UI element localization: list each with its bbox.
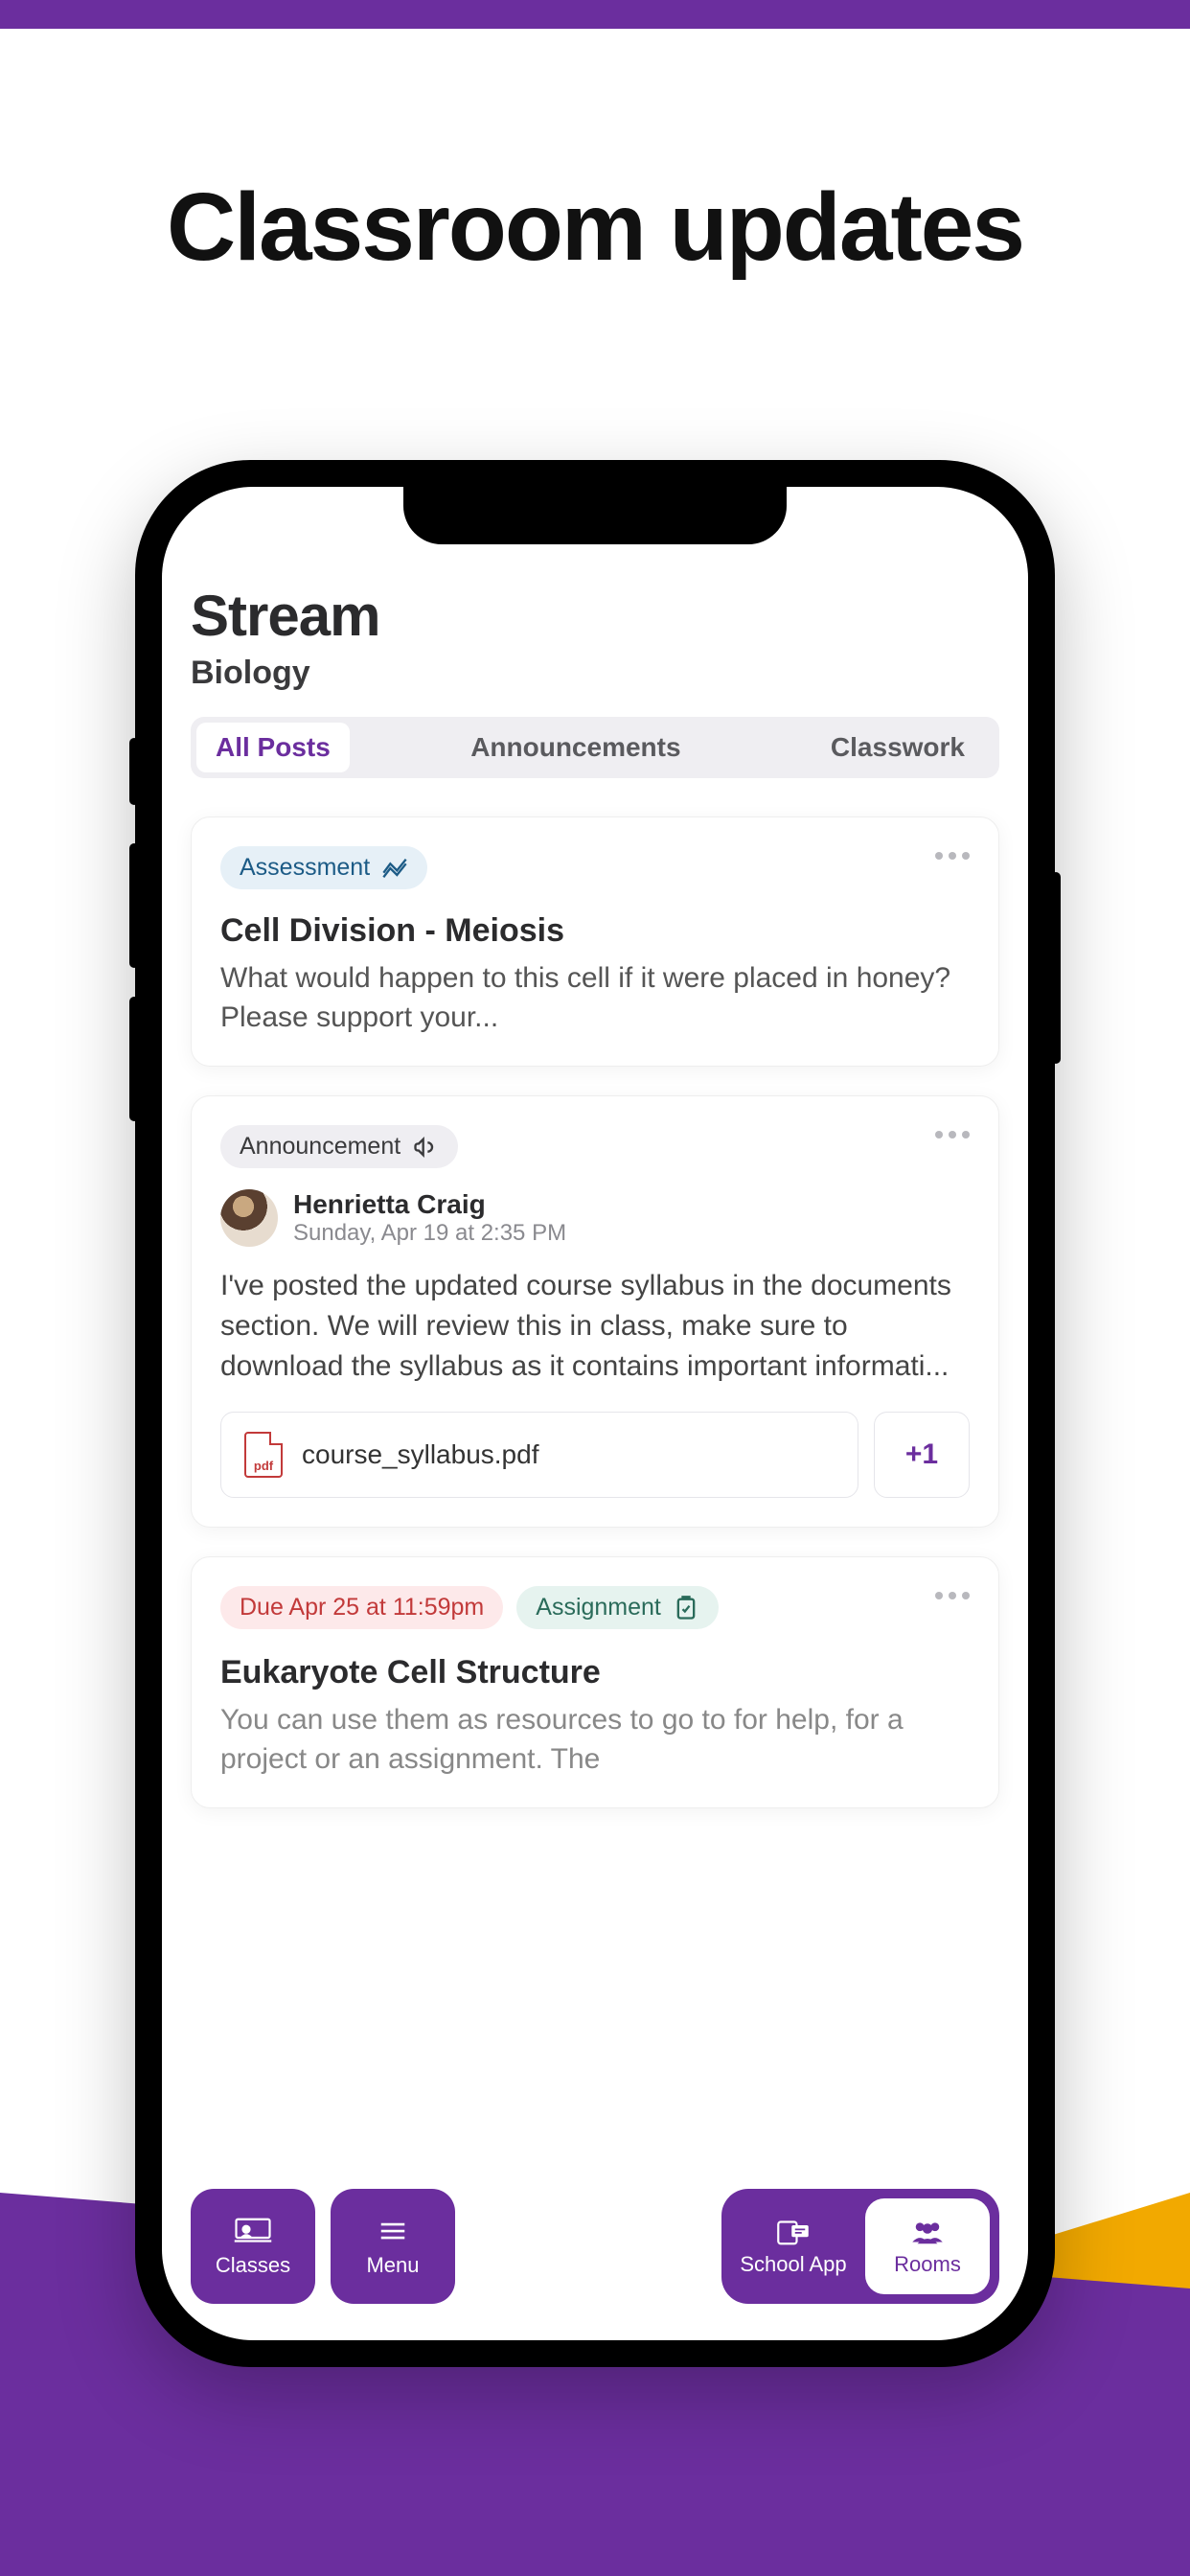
phone-notch: [403, 487, 787, 544]
post-body: I've posted the updated course syllabus …: [220, 1266, 970, 1387]
hamburger-icon: [373, 2215, 413, 2247]
attachment-item[interactable]: pdf course_syllabus.pdf: [220, 1412, 858, 1498]
page-subtitle: Biology: [191, 655, 999, 692]
promo-top-bar: [0, 0, 1190, 29]
nav-label: Classes: [216, 2253, 290, 2278]
attachment-filename: course_syllabus.pdf: [302, 1439, 538, 1470]
nav-school-app-button[interactable]: School App: [731, 2198, 856, 2294]
nav-app-switcher: School App Rooms: [721, 2189, 999, 2304]
post-type-pill: Assignment: [516, 1586, 719, 1629]
phone-frame: Stream Biology All Posts Announcements C…: [135, 460, 1055, 2367]
attachment-more-button[interactable]: +1: [874, 1412, 970, 1498]
nav-label: Menu: [366, 2253, 419, 2278]
post-body: What would happen to this cell if it wer…: [220, 959, 970, 1037]
post-card-assessment[interactable]: Assessment Cell Division - Meiosis What …: [191, 816, 999, 1067]
post-type-label: Assessment: [240, 854, 370, 882]
nav-rooms-button[interactable]: Rooms: [865, 2198, 990, 2294]
post-type-label: Assignment: [536, 1594, 661, 1622]
nav-label: Rooms: [894, 2252, 961, 2277]
post-more-button[interactable]: [935, 1586, 970, 1599]
phone-side-button: [129, 843, 139, 968]
author-name: Henrietta Craig: [293, 1189, 566, 1220]
stream-filter-tabs: All Posts Announcements Classwork: [191, 717, 999, 778]
page-title: Stream: [191, 583, 999, 649]
post-title: Eukaryote Cell Structure: [220, 1654, 970, 1691]
phone-side-button: [129, 738, 139, 805]
nav-menu-button[interactable]: Menu: [331, 2189, 455, 2304]
post-type-pill: Announcement: [220, 1125, 458, 1168]
bottom-nav: Classes Menu School A: [191, 2189, 999, 2304]
post-timestamp: Sunday, Apr 19 at 2:35 PM: [293, 1220, 566, 1247]
nav-label: School App: [740, 2252, 846, 2277]
devices-icon: [773, 2216, 813, 2248]
post-body: You can use them as resources to go to f…: [220, 1701, 970, 1779]
post-more-button[interactable]: [935, 846, 970, 860]
author-avatar: [220, 1189, 278, 1247]
due-date-label: Due Apr 25 at 11:59pm: [240, 1594, 484, 1622]
phone-side-button: [129, 997, 139, 1121]
promo-title: Classroom updates: [0, 172, 1190, 283]
pdf-file-icon: pdf: [244, 1432, 283, 1478]
chalkboard-icon: [233, 2215, 273, 2247]
post-title: Cell Division - Meiosis: [220, 912, 970, 950]
post-type-pill: Assessment: [220, 846, 427, 889]
phone-side-button: [1051, 872, 1061, 1064]
post-card-announcement[interactable]: Announcement Henrietta Craig Sunday, Apr…: [191, 1095, 999, 1528]
nav-classes-button[interactable]: Classes: [191, 2189, 315, 2304]
post-card-assignment[interactable]: Due Apr 25 at 11:59pm Assignment Eukaryo…: [191, 1556, 999, 1808]
tab-announcements[interactable]: Announcements: [354, 723, 798, 772]
people-group-icon: [907, 2216, 948, 2248]
chart-line-icon: [381, 855, 408, 882]
due-date-pill: Due Apr 25 at 11:59pm: [220, 1586, 503, 1629]
post-type-label: Announcement: [240, 1133, 400, 1161]
tab-all-posts[interactable]: All Posts: [196, 723, 350, 772]
clipboard-check-icon: [673, 1595, 699, 1622]
phone-screen: Stream Biology All Posts Announcements C…: [162, 487, 1028, 2340]
megaphone-icon: [412, 1134, 439, 1161]
tab-classwork[interactable]: Classwork: [802, 723, 994, 772]
post-more-button[interactable]: [935, 1125, 970, 1138]
